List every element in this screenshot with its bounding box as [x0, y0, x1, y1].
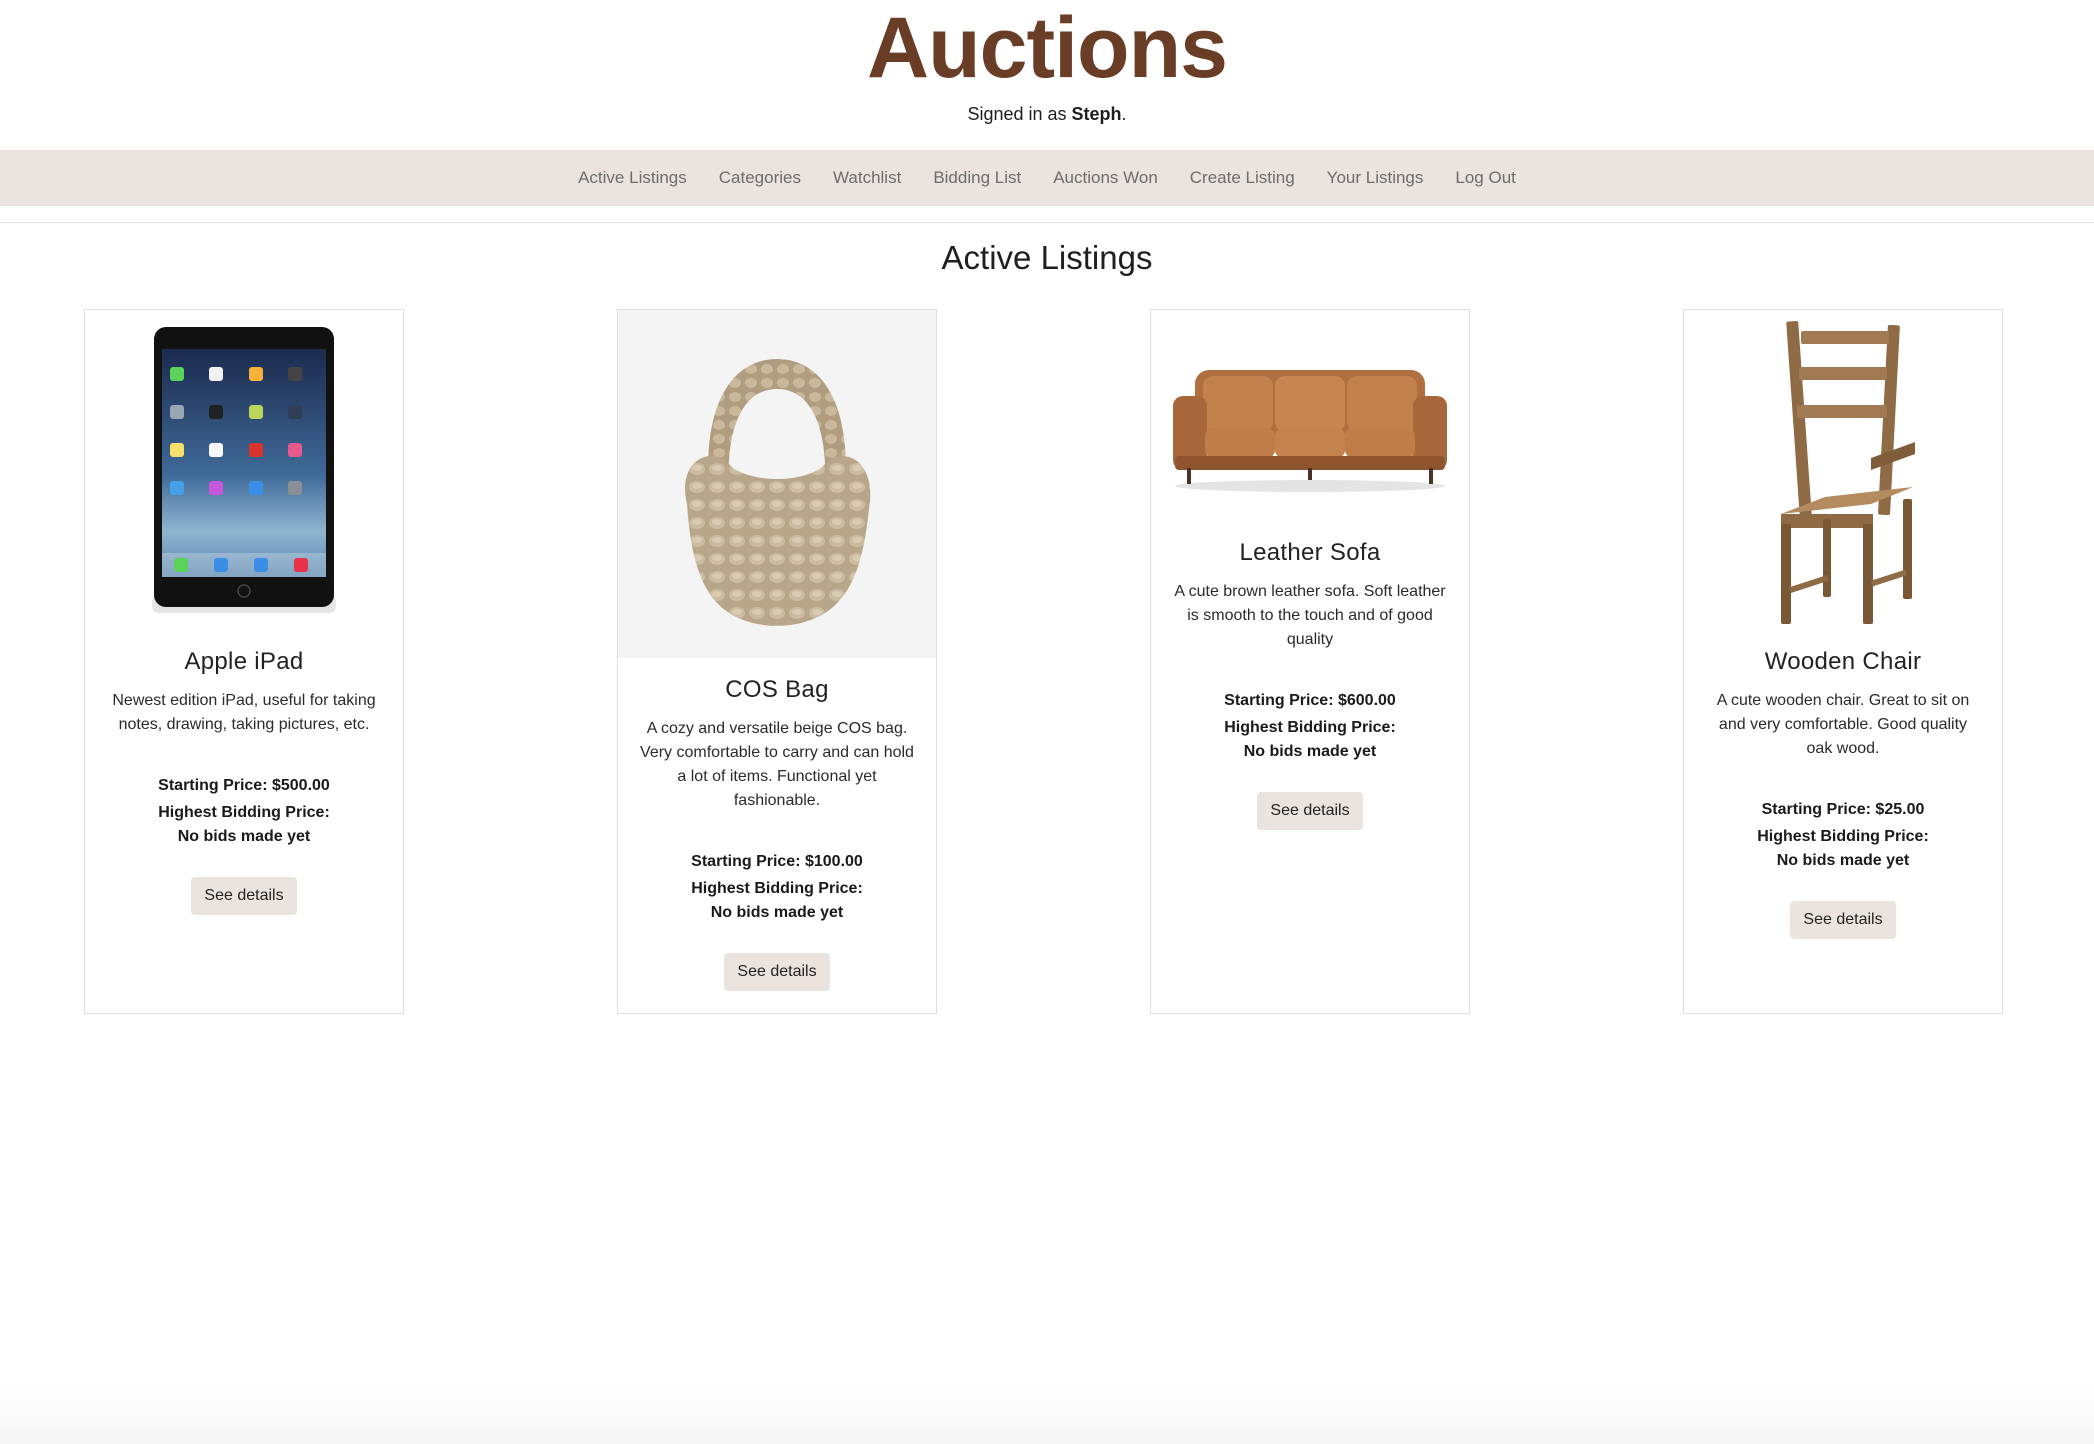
page-heading: Active Listings — [941, 239, 1153, 276]
nav-categories[interactable]: Categories — [703, 150, 817, 206]
starting-price: Starting Price: $25.00 — [1761, 801, 1925, 818]
listing-title: Leather Sofa — [1239, 539, 1381, 566]
highest-bid-label: Highest Bidding Price: — [1224, 719, 1396, 736]
listing-description: Newest edition iPad, useful for taking n… — [112, 692, 376, 733]
chair-image[interactable] — [1684, 310, 2002, 630]
nav-your-listings[interactable]: Your Listings — [1311, 150, 1440, 206]
highest-bid-label: Highest Bidding Price: — [158, 804, 330, 821]
site-title: Auctions — [867, 0, 1228, 96]
nav-create-listing[interactable]: Create Listing — [1174, 150, 1311, 206]
username: Steph — [1071, 104, 1122, 124]
nav-active-listings[interactable]: Active Listings — [562, 150, 703, 206]
nav-divider — [0, 222, 2094, 223]
nav-watchlist[interactable]: Watchlist — [817, 150, 917, 206]
listing-title: COS Bag — [725, 676, 829, 703]
ipad-image[interactable] — [85, 310, 403, 630]
listing-description: A cozy and versatile beige COS bag. Very… — [640, 720, 914, 809]
see-details-button[interactable]: See details — [1790, 901, 1896, 939]
signed-in-suffix: . — [1121, 104, 1127, 124]
listing-card: Apple iPad Newest edition iPad, useful f… — [84, 309, 404, 1014]
nav-auctions-won[interactable]: Auctions Won — [1037, 150, 1174, 206]
listing-card: Leather Sofa A cute brown leather sofa. … — [1150, 309, 1470, 1014]
highest-bid-value: No bids made yet — [177, 828, 311, 845]
sofa-image[interactable] — [1151, 310, 1469, 525]
listing-description: A cute wooden chair. Great to sit on and… — [1716, 692, 1970, 757]
highest-bid-label: Highest Bidding Price: — [1757, 828, 1929, 845]
listing-description: A cute brown leather sofa. Soft leather … — [1174, 583, 1446, 648]
see-details-button[interactable]: See details — [191, 877, 297, 915]
see-details-button[interactable]: See details — [1257, 792, 1363, 830]
nav-log-out[interactable]: Log Out — [1439, 150, 1532, 206]
starting-price: Starting Price: $500.00 — [158, 777, 330, 794]
starting-price: Starting Price: $600.00 — [1224, 692, 1396, 709]
nav-bidding-list[interactable]: Bidding List — [917, 150, 1037, 206]
listing-card: COS Bag A cozy and versatile beige COS b… — [617, 309, 937, 1014]
listing-title: Wooden Chair — [1764, 648, 1922, 675]
listing-card: Wooden Chair A cute wooden chair. Great … — [1683, 309, 2003, 1014]
starting-price: Starting Price: $100.00 — [691, 853, 863, 870]
highest-bid-label: Highest Bidding Price: — [691, 880, 863, 897]
signed-in-status: Signed in as Steph. — [0, 102, 2094, 126]
highest-bid-value: No bids made yet — [1776, 852, 1910, 869]
see-details-button[interactable]: See details — [724, 953, 830, 991]
signed-in-prefix: Signed in as — [967, 104, 1072, 124]
bag-image[interactable] — [618, 310, 936, 658]
listing-title: Apple iPad — [184, 648, 304, 675]
highest-bid-value: No bids made yet — [710, 904, 844, 921]
bottom-shade — [0, 1384, 2094, 1444]
main-navbar: Active Listings Categories Watchlist Bid… — [0, 150, 2094, 206]
highest-bid-value: No bids made yet — [1243, 743, 1377, 760]
